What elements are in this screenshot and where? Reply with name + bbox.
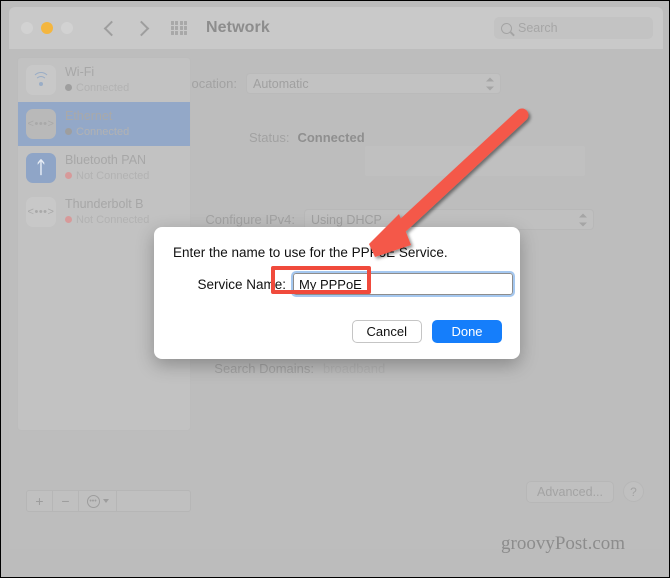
search-domains-value: broadband	[323, 361, 386, 376]
network-preferences-window: Network Search Location: Automatic Statu…	[0, 0, 670, 578]
grid-dot	[171, 31, 174, 35]
status-text: Connected	[76, 81, 130, 94]
status-text: Not Connected	[76, 169, 150, 182]
dialog-buttons: Cancel Done	[351, 320, 502, 343]
add-service-button[interactable]: +	[27, 491, 53, 511]
search-input[interactable]: Search	[494, 17, 653, 39]
grid-dot	[184, 31, 187, 35]
thunderbolt-glyph: <•••>	[27, 206, 55, 218]
show-all-grid-icon[interactable]	[171, 21, 187, 35]
sidebar-toolbar: + − •••	[26, 490, 191, 512]
sidebar-item-label: Ethernet	[65, 109, 113, 124]
grid-dot	[175, 21, 179, 25]
window-titlebar: Network Search	[9, 7, 663, 49]
grid-dot	[175, 26, 179, 30]
sidebar-item-wifi[interactable]: Wi-Fi Connected	[18, 58, 190, 102]
status-dot-icon	[65, 216, 72, 224]
bluetooth-icon: ᛏ	[26, 153, 56, 183]
gear-icon: •••	[86, 494, 100, 508]
done-button[interactable]: Done	[432, 320, 502, 343]
ethernet-icon: <•••>	[26, 109, 56, 139]
ethernet-glyph: <•••>	[27, 118, 55, 130]
location-dropdown[interactable]: Automatic	[246, 73, 501, 94]
sidebar-item-status: Connected	[65, 125, 129, 139]
grid-dot	[179, 31, 183, 35]
back-chevron-icon[interactable]	[105, 20, 116, 37]
search-domains-row: Search Domains: broadband	[194, 361, 385, 376]
minimize-button-icon[interactable]	[41, 22, 53, 34]
location-value: Automatic	[253, 76, 309, 91]
status-row: Status: Connected	[249, 130, 365, 145]
service-name-input[interactable]: My PPPoE	[291, 271, 515, 297]
location-row: Location: Automatic	[169, 73, 501, 94]
grid-dot	[179, 26, 183, 30]
thunderbolt-icon: <•••>	[26, 197, 56, 227]
grid-dot	[171, 26, 174, 30]
sidebar-item-ethernet[interactable]: <•••> Ethernet Connected	[18, 102, 190, 146]
watermark: groovyPost.com	[501, 533, 626, 554]
sidebar-item-text: Bluetooth PAN Not Connected	[65, 153, 149, 183]
wifi-dot	[39, 82, 43, 86]
sidebar-item-text: Wi-Fi Connected	[65, 65, 129, 95]
actions-menu-button[interactable]: •••	[79, 491, 117, 511]
chevron-updown-icon	[486, 77, 494, 90]
cancel-button[interactable]: Cancel	[351, 320, 422, 343]
sidebar-item-status: Connected	[65, 81, 129, 95]
sidebar-item-status: Not Connected	[65, 213, 149, 227]
status-description-block	[365, 146, 585, 176]
configure-ipv4-value: Using DHCP	[311, 212, 382, 227]
grid-dot	[175, 31, 179, 35]
help-button[interactable]: ?	[623, 481, 644, 502]
status-dot-icon	[65, 172, 72, 180]
sidebar-item-label: Wi-Fi	[65, 65, 95, 80]
service-name-label: Service Name:	[197, 276, 286, 292]
grid-dot	[179, 21, 183, 25]
sidebar-item-text: Thunderbolt B Not Connected	[65, 197, 149, 227]
service-name-row: Service Name: My PPPoE	[173, 271, 515, 297]
dialog-title: Enter the name to use for the PPPoE Serv…	[173, 245, 448, 260]
wifi-icon	[26, 65, 56, 95]
status-dot-icon	[65, 84, 72, 92]
sidebar-item-label: Thunderbolt B	[65, 197, 144, 212]
navigation-buttons	[105, 20, 147, 37]
forward-chevron-icon[interactable]	[136, 20, 147, 37]
zoom-button-icon[interactable]	[61, 22, 73, 34]
status-label: Status:	[249, 130, 290, 145]
status-text: Not Connected	[76, 213, 150, 226]
search-icon	[501, 22, 512, 34]
grid-dot	[184, 21, 187, 25]
grid-dot	[171, 21, 174, 25]
page-title: Network	[206, 19, 270, 36]
advanced-button[interactable]: Advanced...	[526, 481, 614, 503]
wifi-arcs	[26, 65, 56, 95]
grid-dot	[184, 26, 187, 30]
sidebar-item-text: Ethernet Connected	[65, 109, 129, 139]
sidebar-item-bluetooth-pan[interactable]: ᛏ Bluetooth PAN Not Connected	[18, 146, 190, 190]
status-dot-icon	[65, 128, 72, 136]
status-text: Connected	[76, 125, 130, 138]
sidebar-item-label: Bluetooth PAN	[65, 153, 147, 168]
chevron-updown-icon	[579, 213, 587, 226]
sidebar-item-status: Not Connected	[65, 169, 149, 183]
search-domains-label: Search Domains:	[214, 361, 314, 376]
configure-ipv4-label: Configure IPv4:	[205, 212, 295, 227]
traffic-light-buttons	[21, 22, 73, 34]
status-value: Connected	[297, 130, 365, 145]
pppoe-service-name-dialog: Enter the name to use for the PPPoE Serv…	[154, 227, 520, 359]
close-button-icon[interactable]	[21, 22, 33, 34]
remove-service-button[interactable]: −	[53, 491, 79, 511]
search-placeholder: Search	[518, 21, 558, 35]
chevron-down-icon	[102, 499, 109, 503]
bluetooth-glyph: ᛏ	[35, 158, 47, 177]
